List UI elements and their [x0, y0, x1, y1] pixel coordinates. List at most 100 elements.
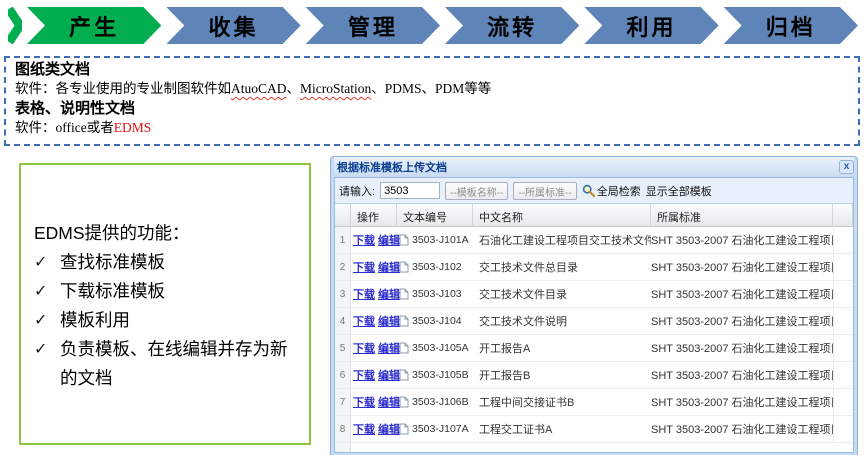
row-number: 8: [335, 416, 351, 442]
window-title: 根据标准模板上传文档: [334, 159, 839, 175]
doc-no-text: 3503-J104: [412, 315, 462, 327]
doc-no-text: 3503-J102: [412, 261, 462, 273]
row-number: 7: [335, 389, 351, 415]
table-row[interactable]: 2 下载编辑 3503-J102 交工技术文件总目录 SHT 3503-2007…: [335, 254, 853, 281]
document-icon: [399, 369, 409, 381]
column-header-cn-name[interactable]: 中文名称: [473, 204, 651, 227]
partial-row-number-cell: [335, 443, 351, 452]
table-row[interactable]: 3 下载编辑 3503-J103 交工技术文件目录 SHT 3503-2007 …: [335, 281, 853, 308]
cn-name-cell: 交工技术文件说明: [473, 313, 651, 329]
checkmark-icon: ✓: [34, 306, 60, 335]
standard-filter-button[interactable]: --所属标准--: [513, 182, 576, 200]
document-icon: [399, 288, 409, 300]
process-stage-label: 产生: [69, 10, 119, 42]
note-heading-drawings: 图纸类文档: [15, 60, 849, 79]
document-icon: [399, 234, 409, 246]
row-actions: 下载编辑: [351, 232, 397, 248]
standard-cell: SHT 3503-2007 石油化工建设工程项目交工...: [651, 367, 833, 383]
window-body: 请输入: --模板名称-- --所属标准-- 全局检索 显示全部模板 操作 文本…: [334, 177, 854, 453]
doc-no-text: 3503-J101A: [412, 234, 469, 246]
note-text: 、PDMS、PDM等等: [371, 81, 491, 96]
column-header-doc-no[interactable]: 文本编号: [397, 204, 473, 227]
table-row[interactable]: 5 下载编辑 3503-J105A 开工报告A SHT 3503-2007 石油…: [335, 335, 853, 362]
feature-item: ✓ 模板利用: [34, 306, 299, 335]
feature-item: ✓ 下载标准模板: [34, 277, 299, 306]
filler-cell: [833, 254, 853, 280]
edms-features-title: EDMS提供的功能：: [34, 219, 299, 248]
note-text: 软件：各专业使用的专业制图软件如: [15, 81, 231, 96]
doc-no-text: 3503-J107A: [412, 423, 469, 435]
note-line-office-software: 软件：office或者EDMS: [15, 118, 849, 138]
doc-no-text: 3503-J105A: [412, 342, 469, 354]
template-grid: 1 下载编辑 3503-J101A 石油化工建设工程项目交工技术文件封面A SH…: [335, 227, 853, 443]
column-header-standard[interactable]: 所属标准: [651, 204, 833, 227]
download-link[interactable]: 下载: [353, 262, 375, 274]
checkmark-icon: ✓: [34, 335, 60, 393]
global-search-button[interactable]: 全局检索: [582, 183, 641, 199]
table-row[interactable]: 6 下载编辑 3503-J105B 开工报告B SHT 3503-2007 石油…: [335, 362, 853, 389]
standard-cell: SHT 3503-2007 石油化工建设工程项目交工...: [651, 313, 833, 329]
row-actions: 下载编辑: [351, 340, 397, 356]
close-icon[interactable]: x: [839, 160, 854, 174]
process-stage-label: 流转: [487, 10, 537, 42]
table-row[interactable]: 1 下载编辑 3503-J101A 石油化工建设工程项目交工技术文件封面A SH…: [335, 227, 853, 254]
doc-no-cell: 3503-J102: [397, 261, 473, 273]
cn-name-cell: 石油化工建设工程项目交工技术文件封面A: [473, 232, 651, 248]
checkmark-icon: ✓: [34, 248, 60, 277]
feature-item: ✓ 负责模板、在线编辑并存为新的文档: [34, 335, 299, 393]
process-stage: 管理: [306, 7, 440, 44]
process-stage: 收集: [166, 7, 300, 44]
filler-cell: [833, 227, 853, 253]
document-icon: [399, 423, 409, 435]
standard-cell: SHT 3503-2007 石油化工建设工程项目交工...: [651, 286, 833, 302]
download-link[interactable]: 下载: [353, 289, 375, 301]
edms-features-list: ✓ 查找标准模板 ✓ 下载标准模板 ✓ 模板利用 ✓ 负责模板、在线编辑并存为新…: [34, 248, 299, 393]
filler-cell: [833, 416, 853, 442]
download-link[interactable]: 下载: [353, 343, 375, 355]
download-link[interactable]: 下载: [353, 316, 375, 328]
standard-cell: SHT 3503-2007 石油化工建设工程项目交工...: [651, 340, 833, 356]
row-number: 4: [335, 308, 351, 334]
download-link[interactable]: 下载: [353, 235, 375, 247]
process-stage-label: 管理: [348, 10, 398, 42]
show-all-templates-button[interactable]: 显示全部模板: [646, 183, 712, 199]
search-input[interactable]: [380, 182, 440, 199]
row-actions: 下载编辑: [351, 286, 397, 302]
doc-no-cell: 3503-J106B: [397, 396, 473, 408]
download-link[interactable]: 下载: [353, 370, 375, 382]
software-name-microstation: MicroStation: [300, 81, 371, 96]
cn-name-cell: 开工报告A: [473, 340, 651, 356]
doc-no-text: 3503-J105B: [412, 369, 469, 381]
search-toolbar: 请输入: --模板名称-- --所属标准-- 全局检索 显示全部模板: [335, 178, 853, 204]
standard-cell: SHT 3503-2007 石油化工建设工程项目交工...: [651, 232, 833, 248]
doc-no-cell: 3503-J103: [397, 288, 473, 300]
process-stage: 流转: [445, 7, 579, 44]
download-link[interactable]: 下载: [353, 424, 375, 436]
feature-item-text: 负责模板、在线编辑并存为新的文档: [60, 335, 299, 393]
note-text: 、: [287, 81, 301, 96]
process-stage-label: 利用: [626, 10, 676, 42]
cn-name-cell: 交工技术文件目录: [473, 286, 651, 302]
document-icon: [399, 396, 409, 408]
doc-types-note: 图纸类文档 软件：各专业使用的专业制图软件如AtuoCAD、MicroStati…: [4, 56, 860, 146]
row-number: 3: [335, 281, 351, 307]
column-header-action[interactable]: 操作: [351, 204, 397, 227]
template-name-filter-button[interactable]: --模板名称--: [445, 182, 508, 200]
standard-cell: SHT 3503-2007 石油化工建设工程项目交工...: [651, 259, 833, 275]
process-stage: 利用: [584, 7, 718, 44]
feature-item-text: 模板利用: [60, 306, 130, 335]
row-actions: 下载编辑: [351, 313, 397, 329]
window-titlebar: 根据标准模板上传文档 x: [334, 157, 854, 177]
template-upload-window: 根据标准模板上传文档 x 请输入: --模板名称-- --所属标准-- 全局检索…: [330, 156, 858, 455]
download-link[interactable]: 下载: [353, 397, 375, 409]
standard-cell: SHT 3503-2007 石油化工建设工程项目交工...: [651, 394, 833, 410]
document-icon: [399, 315, 409, 327]
standard-cell: SHT 3503-2007 石油化工建设工程项目交工...: [651, 421, 833, 437]
row-actions: 下载编辑: [351, 259, 397, 275]
filler-cell: [833, 389, 853, 415]
table-row[interactable]: 8 下载编辑 3503-J107A 工程交工证书A SHT 3503-2007 …: [335, 416, 853, 443]
magnifier-icon: [582, 184, 595, 197]
table-row[interactable]: 7 下载编辑 3503-J106B 工程中间交接证书B SHT 3503-200…: [335, 389, 853, 416]
feature-item-text: 下载标准模板: [60, 277, 165, 306]
table-row[interactable]: 4 下载编辑 3503-J104 交工技术文件说明 SHT 3503-2007 …: [335, 308, 853, 335]
